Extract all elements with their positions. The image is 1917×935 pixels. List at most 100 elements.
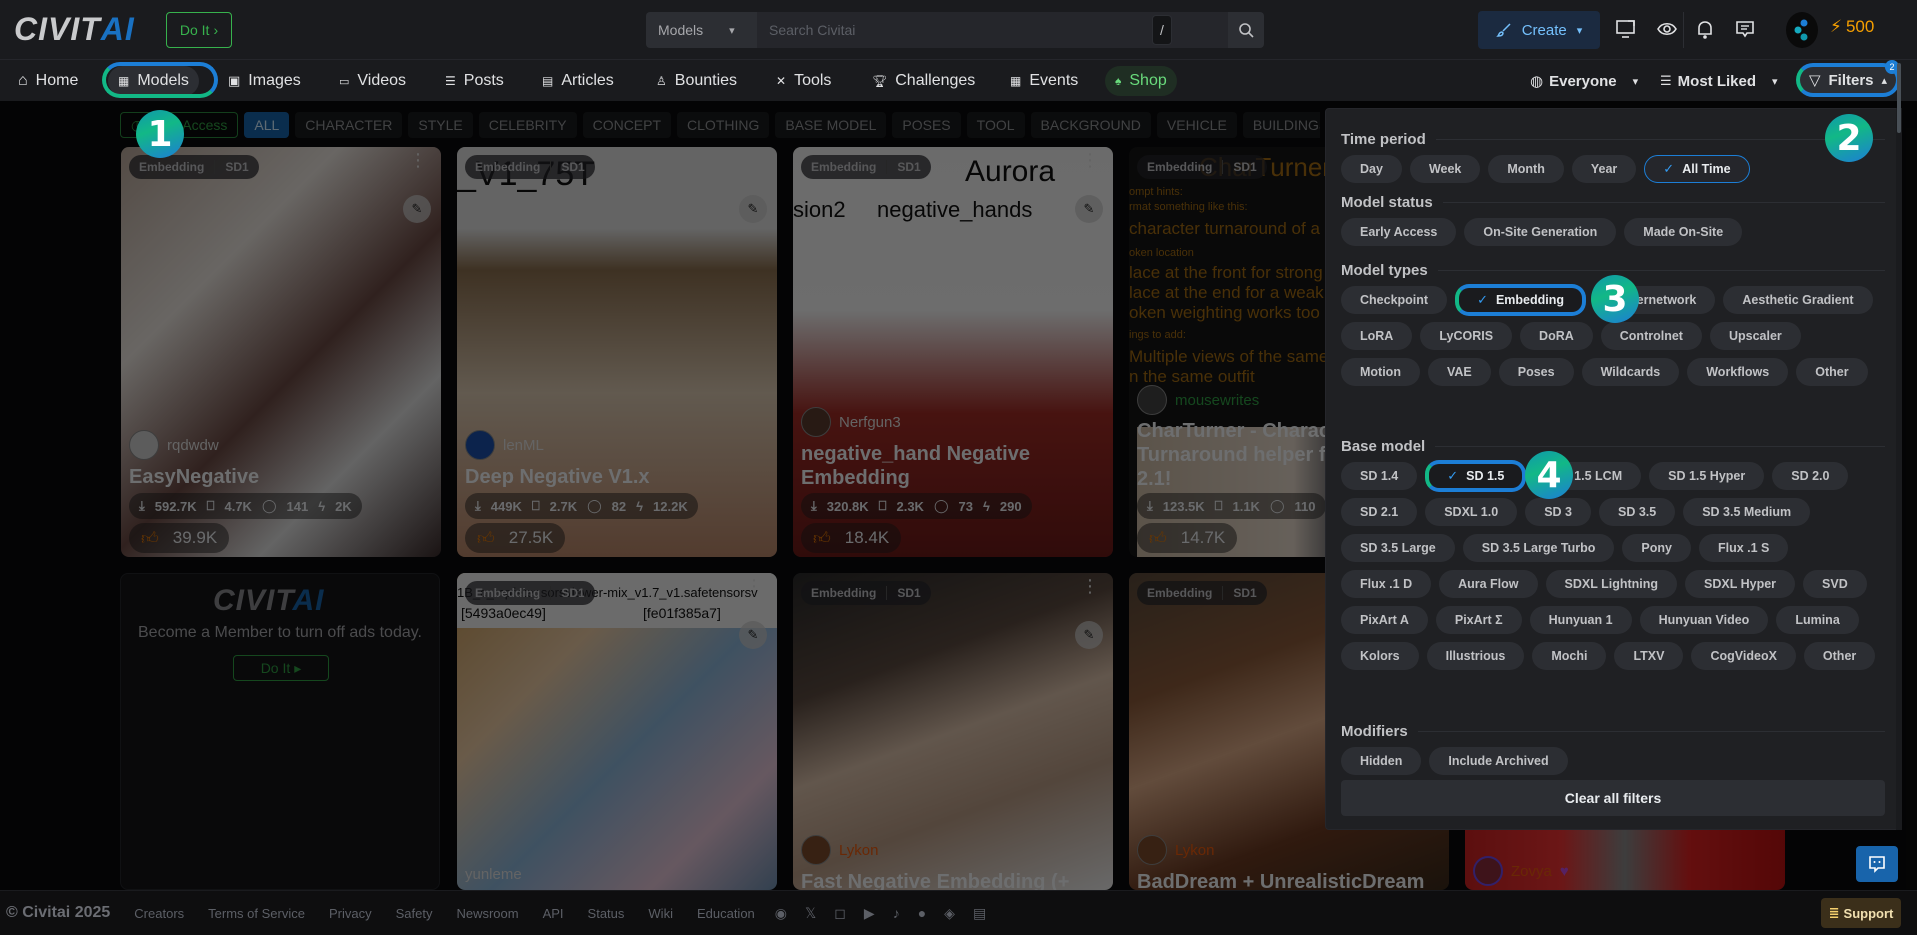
content-visibility-button[interactable] <box>1654 16 1680 42</box>
filter-chip-sd-3-5-large[interactable]: SD 3.5 Large <box>1341 534 1455 562</box>
footer-link-safety[interactable]: Safety <box>396 906 433 921</box>
filter-chip-sd-3-5-medium[interactable]: SD 3.5 Medium <box>1683 498 1811 526</box>
nav-models[interactable]: ▦ Models <box>108 66 199 96</box>
card-menu-icon[interactable]: ⋮ <box>745 151 763 169</box>
filter-chip-hidden[interactable]: Hidden <box>1341 747 1422 775</box>
filter-chip-pixart-a[interactable]: PixArt A <box>1341 606 1428 634</box>
filter-chip-lumina[interactable]: Lumina <box>1776 606 1859 634</box>
search-button[interactable] <box>1228 12 1264 48</box>
filter-chip-vae[interactable]: VAE <box>1427 358 1491 386</box>
filter-chip-controlnet[interactable]: Controlnet <box>1600 322 1702 350</box>
nav-bounties[interactable]: ♙ Bounties <box>646 66 747 96</box>
tag-background[interactable]: BACKGROUND <box>1030 112 1151 138</box>
messages-button[interactable] <box>1732 16 1758 42</box>
filter-chip-hunyuan-1[interactable]: Hunyuan 1 <box>1529 606 1632 634</box>
nav-shop[interactable]: ♠ Shop <box>1105 66 1177 96</box>
card-creator[interactable]: Lykon <box>1137 835 1214 865</box>
nav-challenges[interactable]: 🏆︎ Challenges <box>862 66 985 96</box>
chat-support-button[interactable] <box>1856 846 1898 882</box>
tag-buildings[interactable]: BUILDINGS <box>1242 112 1320 138</box>
card-creator[interactable]: rqdwdw <box>129 430 219 460</box>
filter-chip-ltxv[interactable]: LTXV <box>1614 642 1684 670</box>
tag-character[interactable]: CHARACTER <box>295 112 403 138</box>
tag-tool[interactable]: TOOL <box>966 112 1025 138</box>
filter-chip-lycoris[interactable]: LyCORIS <box>1420 322 1513 350</box>
tag-poses[interactable]: POSES <box>892 112 961 138</box>
card-creator[interactable]: lenML <box>465 430 544 460</box>
filter-chip-early-access[interactable]: Early Access <box>1341 218 1457 246</box>
model-card[interactable]: Embedding SD1 ⋮ ✎ rqdwdw EasyNegative ⤓ 59… <box>121 147 441 557</box>
card-creator[interactable]: mousewrites <box>1137 385 1259 415</box>
filter-chip-flux-1-s[interactable]: Flux .1 S <box>1698 534 1789 562</box>
nav-posts[interactable]: ☰ Posts <box>435 66 514 96</box>
filter-chip-cogvideox[interactable]: CogVideoX <box>1691 642 1796 670</box>
footer-link-terms[interactable]: Terms of Service <box>208 906 305 921</box>
filter-chip-upscaler[interactable]: Upscaler <box>1709 322 1801 350</box>
nav-events[interactable]: ▦ Events <box>1000 66 1088 96</box>
do-it-button[interactable]: Do It › <box>166 12 232 48</box>
card-likes[interactable]: 👍︎ 27.5K <box>465 523 566 553</box>
filter-chip-flux-1-d[interactable]: Flux .1 D <box>1341 570 1432 598</box>
audience-select[interactable]: ◍ Everyone ▾ <box>1530 66 1638 96</box>
filter-chip-other[interactable]: Other <box>1803 642 1876 670</box>
footer-link-status[interactable]: Status <box>588 906 625 921</box>
filter-chip-sdxl-1-0[interactable]: SDXL 1.0 <box>1425 498 1518 526</box>
card-remix-button[interactable]: ✎ <box>403 195 431 223</box>
filter-chip-week[interactable]: Week <box>1409 155 1481 183</box>
filter-chip-sdxl-hyper[interactable]: SDXL Hyper <box>1685 570 1796 598</box>
filter-chip-aesthetic-gradient[interactable]: Aesthetic Gradient <box>1723 286 1873 314</box>
filter-chip-dora[interactable]: DoRA <box>1520 322 1593 350</box>
filter-chip-poses[interactable]: Poses <box>1498 358 1574 386</box>
filter-chip-sdxl-lightning[interactable]: SDXL Lightning <box>1545 570 1678 598</box>
search-scope-select[interactable]: Models ▾ <box>646 12 757 48</box>
tag-clothing[interactable]: CLOTHING <box>677 112 770 138</box>
filter-chip-day[interactable]: Day <box>1341 155 1402 183</box>
sort-select[interactable]: ☰ Most Liked ▾ <box>1660 66 1778 96</box>
filter-chip-sd-3-5-large-turbo[interactable]: SD 3.5 Large Turbo <box>1462 534 1615 562</box>
card-creator[interactable]: yunleme <box>465 866 522 883</box>
footer-link-wiki[interactable]: Wiki <box>648 906 673 921</box>
notifications-button[interactable] <box>1692 16 1718 42</box>
filter-chip-sd-3[interactable]: SD 3 <box>1525 498 1591 526</box>
filter-chip-aura-flow[interactable]: Aura Flow <box>1439 570 1538 598</box>
github-icon[interactable]: ◈ <box>944 905 955 922</box>
nav-home[interactable]: ⌂ Home <box>8 66 88 96</box>
filter-chip-all-time[interactable]: ✓ All Time <box>1644 155 1750 183</box>
footer-link-newsroom[interactable]: Newsroom <box>456 906 518 921</box>
tag-celebrity[interactable]: CELEBRITY <box>478 112 577 138</box>
support-button[interactable]: ≣ Support <box>1821 898 1901 928</box>
filter-chip-on-site-generation[interactable]: On-Site Generation <box>1464 218 1617 246</box>
filter-chip-embedding[interactable]: ✓ Embedding <box>1455 284 1587 316</box>
card-likes[interactable]: 👍︎ 39.9K <box>129 523 230 553</box>
instagram-icon[interactable]: ◻ <box>834 905 846 922</box>
filter-chip-sd-1-5[interactable]: ✓ SD 1.5 <box>1425 460 1527 492</box>
filter-chip-svd[interactable]: SVD <box>1803 570 1867 598</box>
filter-chip-pixart[interactable]: PixArt Σ <box>1435 606 1522 634</box>
card-menu-icon[interactable]: ⋮ <box>1081 577 1099 595</box>
buzz-balance[interactable]: ⚡ 500 <box>1830 17 1874 37</box>
footer-link-education[interactable]: Education <box>697 906 755 921</box>
nav-articles[interactable]: ▤ Articles <box>532 66 624 96</box>
x-twitter-icon[interactable]: 𝕏 <box>805 905 816 922</box>
card-creator[interactable]: Zovya ♥ <box>1473 856 1569 886</box>
footer-link-creators[interactable]: Creators <box>134 906 184 921</box>
tag-all[interactable]: ALL <box>244 112 290 138</box>
clear-all-filters-button[interactable]: Clear all filters <box>1341 780 1885 816</box>
filter-chip-workflows[interactable]: Workflows <box>1687 358 1789 386</box>
tag-concept[interactable]: CONCEPT <box>582 112 672 138</box>
filter-chip-checkpoint[interactable]: Checkpoint <box>1341 286 1448 314</box>
nav-images[interactable]: ▣ Images <box>218 66 311 96</box>
upload-monitor-button[interactable] <box>1613 16 1639 42</box>
user-avatar[interactable] <box>1786 12 1818 48</box>
tag-base-model[interactable]: BASE MODEL <box>775 112 887 138</box>
filter-chip-sd-3-5[interactable]: SD 3.5 <box>1598 498 1676 526</box>
filter-chip-pony[interactable]: Pony <box>1622 534 1691 562</box>
footer-link-api[interactable]: API <box>543 906 564 921</box>
footer-link-privacy[interactable]: Privacy <box>329 906 372 921</box>
filter-chip-mochi[interactable]: Mochi <box>1532 642 1607 670</box>
discord-icon[interactable]: ◉ <box>775 905 787 922</box>
nav-videos[interactable]: ▭ Videos <box>329 66 416 96</box>
card-likes[interactable]: 👍︎ 14.7K <box>1137 523 1238 553</box>
filter-chip-year[interactable]: Year <box>1571 155 1637 183</box>
filter-chip-illustrious[interactable]: Illustrious <box>1426 642 1525 670</box>
